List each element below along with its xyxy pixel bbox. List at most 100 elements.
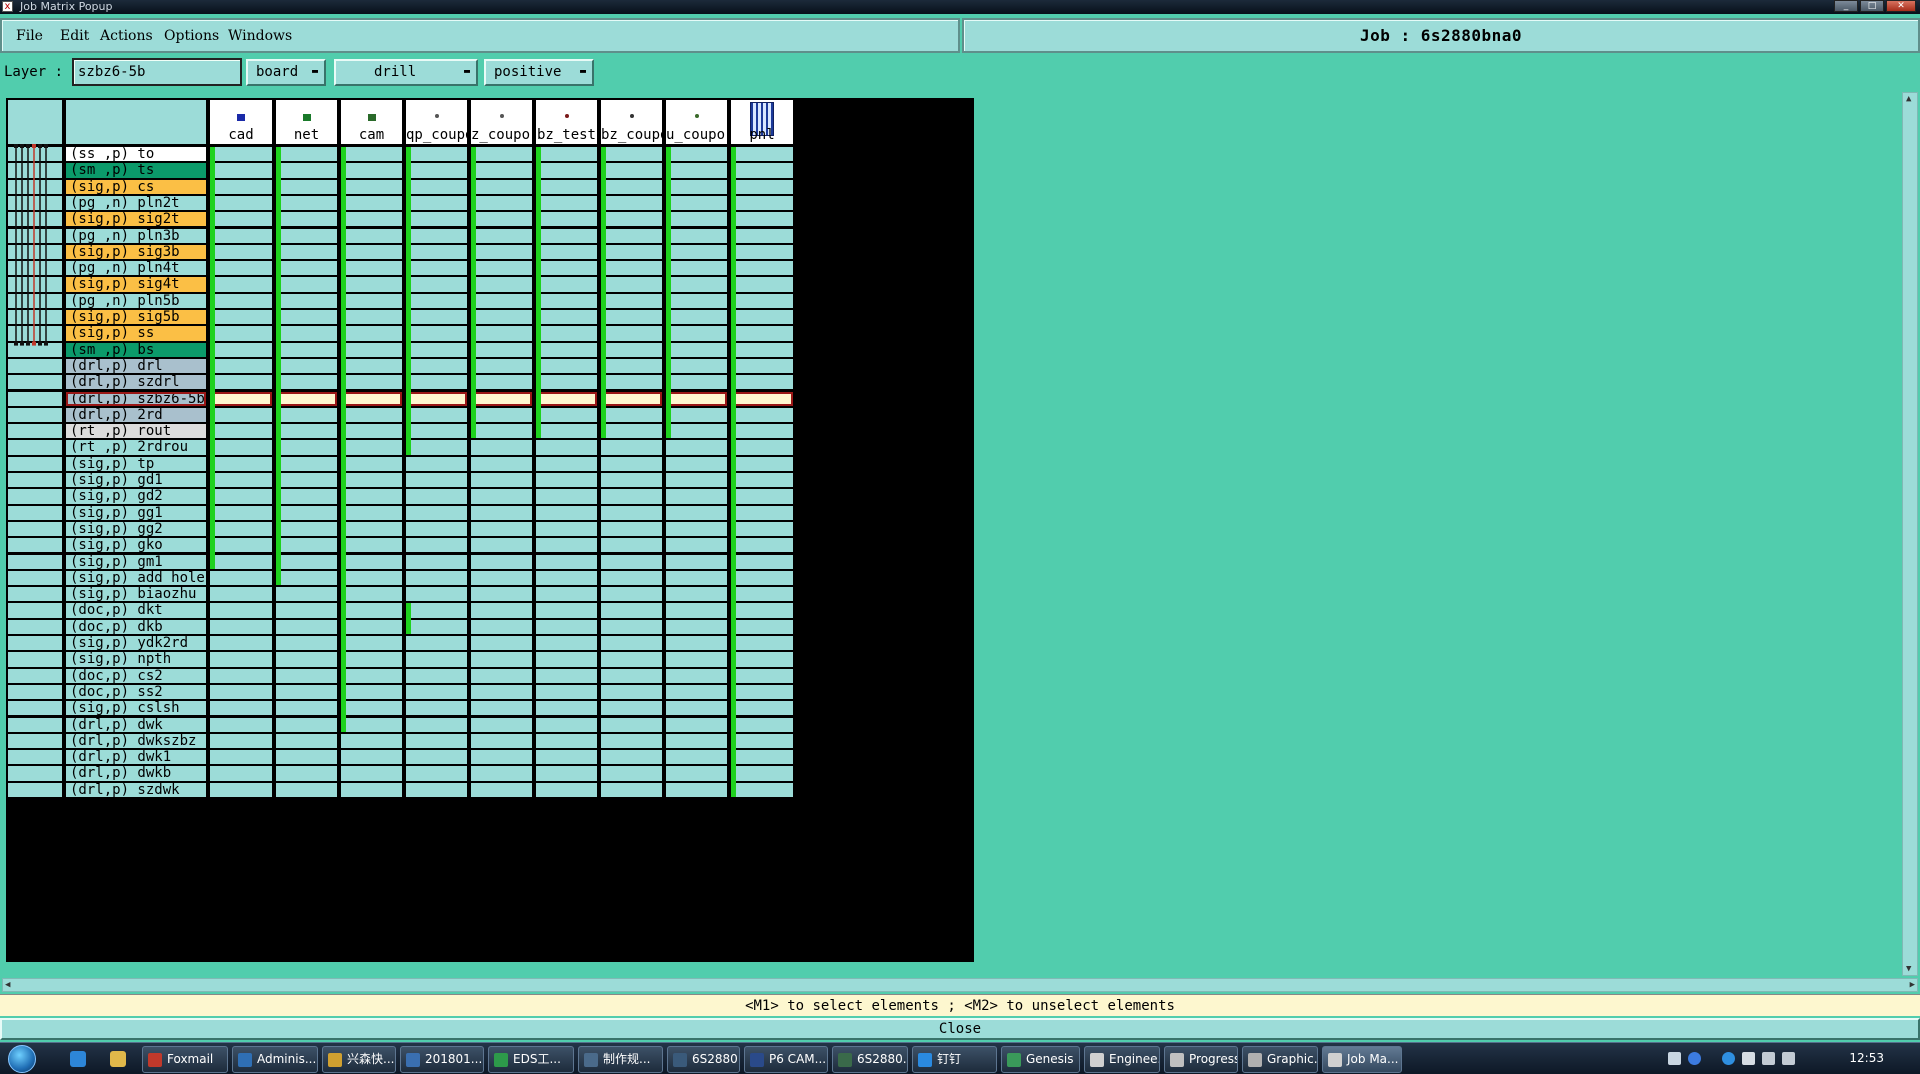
matrix-cell[interactable]: [276, 293, 337, 308]
matrix-cell[interactable]: [601, 750, 662, 765]
keyboard-icon[interactable]: [1668, 1052, 1681, 1065]
matrix-cell[interactable]: [276, 587, 337, 602]
step-header[interactable]: bz_test: [536, 100, 597, 144]
matrix-cell[interactable]: [210, 326, 272, 341]
matrix-cell[interactable]: [666, 538, 727, 553]
matrix-cell[interactable]: [276, 440, 337, 455]
matrix-cell[interactable]: [471, 244, 532, 260]
close-window-button[interactable]: ✕: [1886, 0, 1916, 12]
matrix-cell[interactable]: [406, 505, 467, 520]
layer-name[interactable]: (doc,p) dkt: [66, 603, 206, 618]
matrix-cell[interactable]: [341, 261, 402, 276]
matrix-cell[interactable]: [406, 326, 467, 341]
matrix-cell[interactable]: [276, 782, 337, 797]
matrix-cell[interactable]: [536, 636, 597, 651]
matrix-cell[interactable]: [666, 277, 727, 292]
matrix-cell[interactable]: [536, 554, 597, 569]
matrix-cell[interactable]: [276, 521, 337, 537]
matrix-cell[interactable]: [666, 717, 727, 732]
layer-name-input[interactable]: szbz6-5b: [72, 58, 242, 86]
matrix-cell[interactable]: [471, 521, 532, 537]
matrix-cell[interactable]: [210, 733, 272, 749]
matrix-cell[interactable]: [536, 310, 597, 325]
matrix-cell[interactable]: [536, 782, 597, 797]
matrix-cell[interactable]: [666, 782, 727, 797]
matrix-cell[interactable]: [601, 212, 662, 227]
matrix-cell[interactable]: [341, 293, 402, 308]
taskbar-item[interactable]: Adminis...: [232, 1046, 318, 1073]
display-icon[interactable]: [1762, 1052, 1775, 1065]
matrix-cell[interactable]: [666, 440, 727, 455]
layer-name[interactable]: (rt ,p) 2rdrou: [66, 440, 206, 455]
layer-name[interactable]: (sig,p) sig3b: [66, 244, 206, 259]
matrix-cell[interactable]: [341, 228, 402, 243]
matrix-cell[interactable]: [731, 570, 793, 586]
matrix-cell[interactable]: [536, 652, 597, 667]
matrix-cell[interactable]: [276, 261, 337, 276]
layer-name[interactable]: (sig,p) cslsh: [66, 701, 206, 715]
matrix-cell[interactable]: [536, 587, 597, 602]
scroll-down-arrow-icon[interactable]: ▼: [1906, 964, 1911, 974]
matrix-cell[interactable]: [536, 521, 597, 537]
matrix-cell[interactable]: [601, 473, 662, 488]
matrix-cell[interactable]: [666, 489, 727, 504]
flag-icon[interactable]: [1742, 1052, 1755, 1065]
matrix-cell[interactable]: [731, 717, 793, 732]
context-select[interactable]: board ▬: [246, 59, 326, 86]
matrix-cell[interactable]: [731, 293, 793, 308]
matrix-cell[interactable]: [536, 147, 597, 162]
row-gutter[interactable]: [8, 636, 62, 651]
matrix-cell[interactable]: [276, 375, 337, 390]
matrix-cell[interactable]: [536, 717, 597, 732]
matrix-cell[interactable]: [341, 538, 402, 553]
row-gutter[interactable]: [8, 750, 62, 765]
matrix-cell[interactable]: [341, 179, 402, 194]
matrix-cell[interactable]: [276, 326, 337, 341]
matrix-cell[interactable]: [210, 456, 272, 471]
layer-name[interactable]: (sig,p) gko: [66, 538, 206, 552]
matrix-cell[interactable]: [406, 244, 467, 260]
matrix-cell[interactable]: [341, 342, 402, 357]
step-header[interactable]: z_coupor: [471, 100, 532, 144]
matrix-cell[interactable]: [666, 407, 727, 423]
matrix-cell[interactable]: [210, 782, 272, 797]
matrix-cell[interactable]: [471, 489, 532, 504]
matrix-cell[interactable]: [666, 473, 727, 488]
matrix-cell[interactable]: [471, 701, 532, 716]
matrix-cell[interactable]: [210, 147, 272, 162]
matrix-cell[interactable]: [276, 652, 337, 667]
matrix-cell[interactable]: [666, 652, 727, 667]
matrix-cell[interactable]: [406, 603, 467, 618]
row-gutter[interactable]: [8, 733, 62, 749]
folder-icon[interactable]: [110, 1051, 126, 1067]
matrix-cell[interactable]: [601, 179, 662, 194]
layer-name[interactable]: (sig,p) sig5b: [66, 310, 206, 324]
matrix-cell[interactable]: [471, 212, 532, 227]
row-gutter[interactable]: [8, 424, 62, 439]
matrix-cell[interactable]: [276, 244, 337, 260]
selected-cell[interactable]: [731, 391, 793, 406]
menu-windows[interactable]: Windows: [228, 28, 292, 44]
layer-name[interactable]: (sig,p) cs: [66, 179, 206, 194]
matrix-cell[interactable]: [276, 733, 337, 749]
matrix-cell[interactable]: [341, 212, 402, 227]
matrix-cell[interactable]: [601, 277, 662, 292]
vertical-scrollbar[interactable]: ▲ ▼: [1902, 92, 1918, 976]
matrix-cell[interactable]: [536, 603, 597, 618]
matrix-cell[interactable]: [406, 261, 467, 276]
matrix-cell[interactable]: [471, 342, 532, 357]
matrix-cell[interactable]: [210, 179, 272, 194]
matrix-cell[interactable]: [471, 587, 532, 602]
matrix-cell[interactable]: [406, 147, 467, 162]
scroll-right-arrow-icon[interactable]: ▶: [1910, 980, 1915, 990]
matrix-cell[interactable]: [536, 261, 597, 276]
matrix-cell[interactable]: [276, 538, 337, 553]
matrix-cell[interactable]: [406, 342, 467, 357]
matrix-cell[interactable]: [601, 570, 662, 586]
matrix-cell[interactable]: [341, 766, 402, 781]
layer-name[interactable]: (drl,p) drl: [66, 359, 206, 373]
matrix-cell[interactable]: [210, 228, 272, 243]
matrix-cell[interactable]: [406, 375, 467, 390]
layer-name[interactable]: (sig,p) gg1: [66, 505, 206, 520]
matrix-cell[interactable]: [210, 244, 272, 260]
